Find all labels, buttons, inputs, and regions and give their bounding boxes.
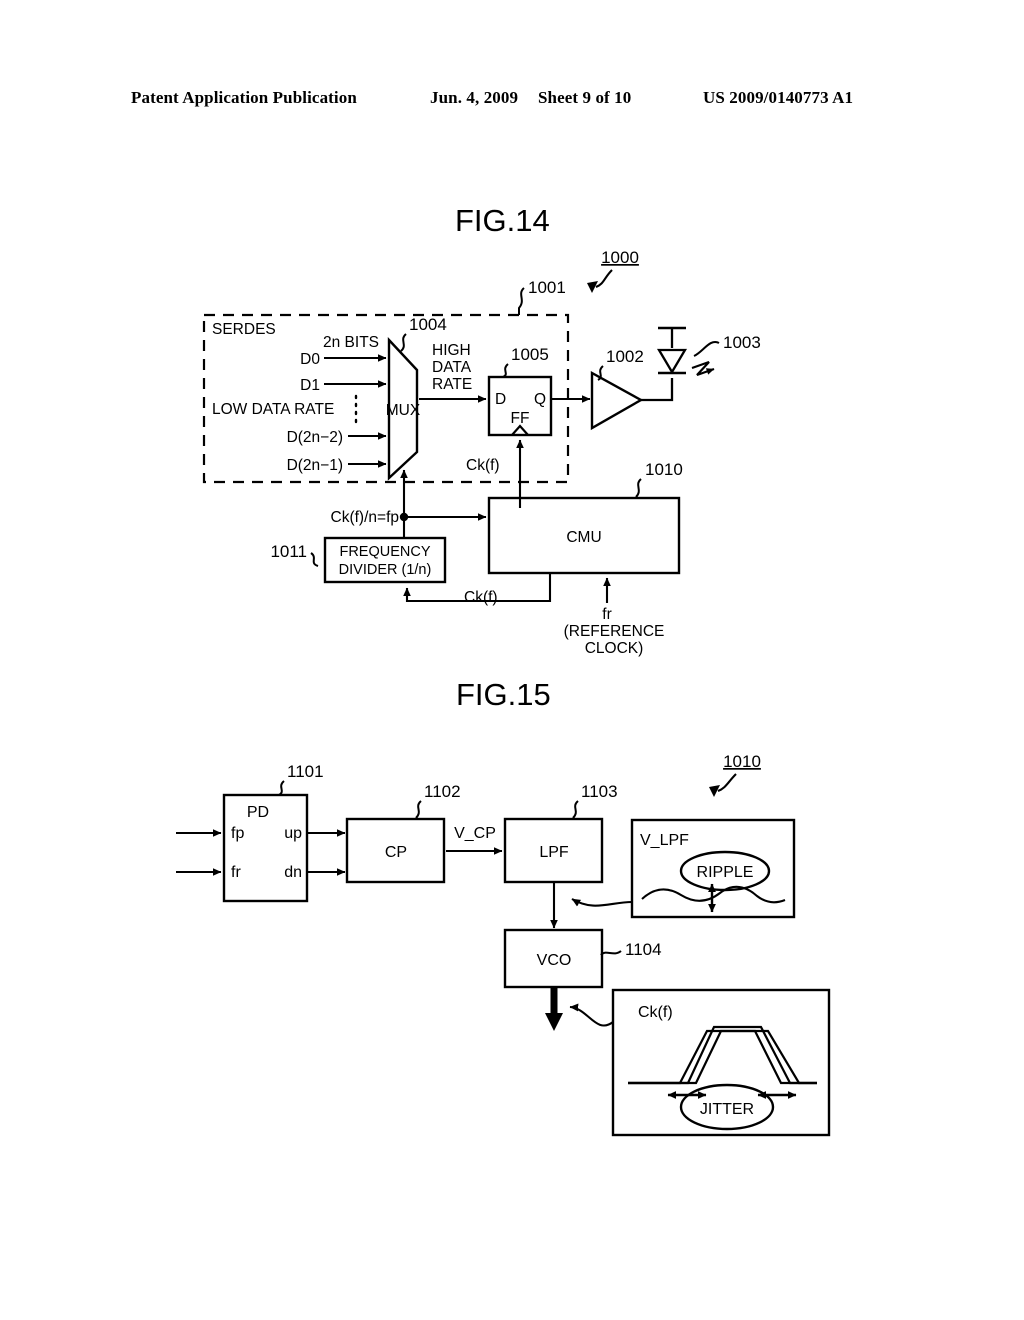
header-sheet-number: Sheet 9 of 10 (538, 88, 632, 107)
ref-1011-label: 1011 (270, 542, 307, 561)
fig15-ref-1010-label: 1010 (723, 752, 761, 771)
serdes-label: SERDES (212, 321, 276, 338)
ref-1001-label: 1001 (528, 278, 566, 297)
fp-junction-dot (399, 512, 409, 522)
header-patent-number: US 2009/0140773 A1 (703, 88, 854, 107)
v-lpf-illustration-box (630, 818, 796, 919)
jitter-label: JITTER (700, 1101, 754, 1118)
cp-label: CP (385, 844, 407, 861)
ff-q-label: Q (534, 391, 546, 408)
vco-block (503, 928, 604, 989)
pd-input-fr-label: fr (231, 864, 241, 881)
ref-1104-label: 1104 (625, 940, 662, 959)
cp-block (345, 817, 446, 884)
high-data-rate-line3: RATE (432, 376, 472, 393)
fr-reference-line2: (REFERENCE (564, 623, 665, 640)
input-label-d2n1: D(2n−1) (287, 457, 343, 474)
pd-block (222, 793, 309, 903)
pd-output-up-label: up (284, 825, 302, 842)
figure-14-drawing: 1000 1001 SERDES D0 D1 D(2n−2) D(2n−1) L… (202, 248, 761, 657)
bits-label: 2n BITS (323, 334, 379, 351)
v-lpf-label: V_LPF (640, 832, 689, 849)
cmu-block (487, 496, 681, 575)
high-data-rate-line2: DATA (432, 359, 472, 376)
ripple-waveform (641, 885, 786, 904)
frequency-divider-block (323, 536, 447, 584)
figure-15-drawing: 1010 PD fp fr up dn 1101 CP 1102 V_CP LP… (176, 752, 831, 1137)
ref-1000-label: 1000 (601, 248, 639, 267)
lpf-label: LPF (539, 844, 569, 861)
divider-clock-label: Ck(f) (464, 589, 498, 606)
ref-1010-label: 1010 (645, 460, 683, 479)
header-date: Jun. 4, 2009 (430, 88, 519, 107)
jitter-callout-ellipse (679, 1083, 775, 1131)
jitter-illustration-box (611, 988, 831, 1137)
cmu-label: CMU (566, 529, 601, 546)
figure-14-title: FIG.14 (455, 203, 550, 238)
input-label-d0: D0 (300, 351, 320, 368)
dff-block (487, 375, 553, 437)
high-data-rate-line1: HIGH (432, 342, 471, 359)
ref-1101-label: 1101 (287, 762, 324, 781)
fr-reference-line3: CLOCK) (585, 640, 644, 657)
ref-1103-label: 1103 (581, 782, 618, 801)
amplifier-block (590, 370, 644, 431)
figure-15-title: FIG.15 (456, 677, 551, 712)
divider-label-line2: DIVIDER (1/n) (339, 562, 432, 578)
ripple-callout-ellipse (679, 850, 771, 892)
ff-d-label: D (495, 391, 506, 408)
pd-output-dn-label: dn (284, 864, 302, 881)
header-publication: Patent Application Publication (131, 88, 357, 107)
v-cp-label: V_CP (454, 825, 496, 842)
ref-1004-label: 1004 (409, 315, 447, 334)
ff-clock-label: Ck(f) (466, 457, 500, 474)
divider-label-line1: FREQUENCY (339, 544, 430, 560)
patent-drawing-sheet: Patent Application Publication Jun. 4, 2… (0, 0, 1024, 1320)
low-data-rate-label: LOW DATA RATE (212, 401, 334, 418)
serdes-boundary (202, 313, 570, 484)
lpf-block (503, 817, 604, 884)
light-emission-arrow (691, 360, 715, 377)
pd-input-fp-label: fp (231, 825, 244, 842)
input-label-d1: D1 (300, 377, 320, 394)
ref-1102-label: 1102 (424, 782, 461, 801)
ref-1003-label: 1003 (723, 333, 761, 352)
clock-pulse-edge-2 (628, 1025, 817, 1085)
page-header: Patent Application Publication Jun. 4, 2… (0, 88, 1024, 112)
ripple-label: RIPPLE (697, 864, 754, 881)
input-label-d2n2: D(2n−2) (287, 429, 343, 446)
ckf-label: Ck(f) (638, 1004, 673, 1021)
fr-label: fr (602, 606, 611, 623)
mux-block (387, 336, 419, 481)
fp-label: Ck(f)/n=fp (331, 509, 399, 526)
ff-label: FF (511, 410, 530, 427)
ref-1002-label: 1002 (606, 347, 644, 366)
vco-label: VCO (537, 952, 572, 969)
ff-clock-triangle (511, 424, 529, 436)
laser-diode-symbol (656, 348, 688, 375)
clock-pulse-edge-1 (628, 1029, 817, 1085)
mux-label: MUX (386, 402, 421, 419)
clock-pulse-edge-3 (628, 1029, 817, 1085)
pd-label: PD (247, 804, 269, 821)
ref-1005-label: 1005 (511, 345, 549, 364)
